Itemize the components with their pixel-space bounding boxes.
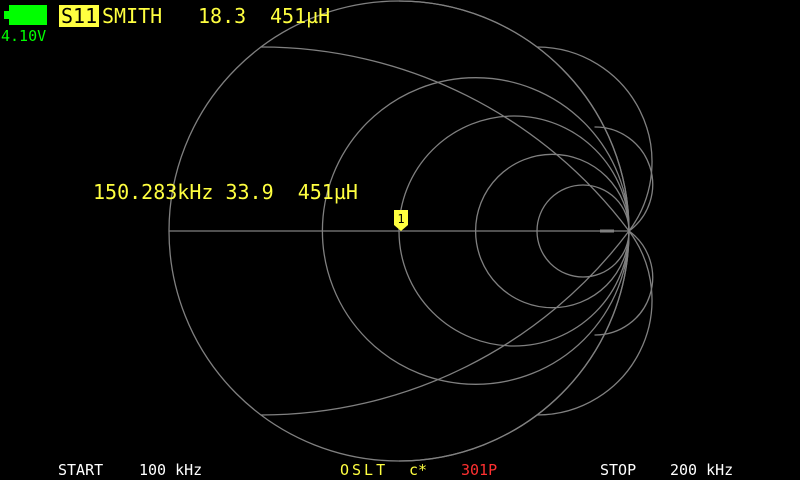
battery-icon <box>4 5 48 25</box>
start-frequency[interactable]: 100 kHz <box>139 463 202 478</box>
calibration-status[interactable]: OSLT <box>340 463 388 478</box>
calibration-correction: c* <box>409 461 428 479</box>
battery-voltage: 4.10V <box>1 27 47 45</box>
trace-selector[interactable]: S11 <box>59 5 100 27</box>
trace-value: 18.3 <box>198 4 247 28</box>
battery-level-fill <box>9 5 47 25</box>
vna-screen: 1 4.10V S11 SMITH 18.3 451µH 150.283kHz … <box>0 0 800 480</box>
stop-frequency[interactable]: 200 kHz <box>670 463 733 478</box>
marker-number: 1 <box>397 212 404 226</box>
start-label[interactable]: START <box>58 463 103 478</box>
smith-chart: 1 <box>168 0 654 462</box>
marker-readout: 150.283kHz 33.9 451µH <box>93 180 358 204</box>
reactance-arc-plus-2 <box>536 46 653 232</box>
reactance-arc-minus-2 <box>536 230 653 416</box>
trace-format[interactable]: SMITH <box>102 5 162 27</box>
stop-label[interactable]: STOP <box>600 463 636 478</box>
trace-inductance: 451µH <box>270 4 331 28</box>
marker-1[interactable]: 1 <box>394 210 408 231</box>
sweep-points[interactable]: 301P <box>461 463 497 478</box>
smith-grid <box>168 0 630 462</box>
